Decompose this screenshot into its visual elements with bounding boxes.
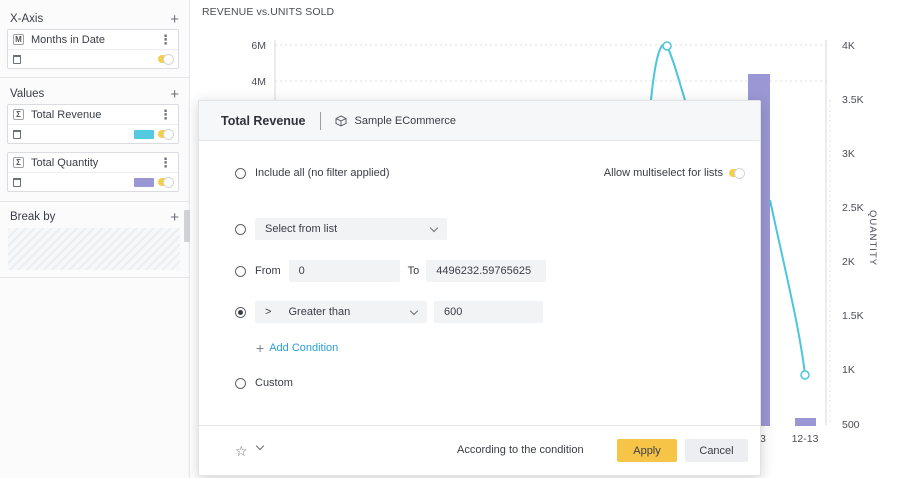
plus-icon: + [256,340,265,356]
add-condition-label: Add Condition [269,342,339,354]
left-panel: X-Axis + M Months in Date ⋮ Values + Σ T… [0,0,190,478]
sigma-badge-icon: Σ [13,109,24,120]
values-header: Values + [10,85,179,103]
field-menu-icon[interactable]: ⋮ [159,107,172,123]
right-tick-label: 1K [842,364,855,376]
section-divider [0,77,190,78]
line-point [662,41,672,51]
right-tick-label: 3.5K [842,94,864,106]
break-by-title: Break by [10,211,56,223]
right-axis-label: QUANTITY [867,210,878,267]
multiselect-setting: Allow multiselect for lists [603,167,745,179]
color-swatch[interactable] [134,129,154,139]
condition-dropdown[interactable]: > Greater than [255,301,427,323]
apply-button[interactable]: Apply [617,439,677,462]
right-tick-label: 2.5K [842,202,864,214]
footer-summary: According to the condition [457,444,584,456]
app-root: X-Axis + M Months in Date ⋮ Values + Σ T… [0,0,900,478]
value-field-quantity[interactable]: Σ Total Quantity ⋮ [7,152,179,192]
range-radio[interactable] [235,265,246,277]
add-break-by-icon[interactable]: + [170,210,179,225]
condition-value-input[interactable]: 600 [434,301,543,323]
line-point [800,370,810,380]
field-toggle[interactable] [158,54,174,65]
value-field-label: Total Revenue [31,108,102,121]
break-by-header: Break by + [10,208,179,226]
right-tick-label: 4K [842,40,855,52]
chevron-down-icon [409,306,419,315]
x-axis-field-label: Months in Date [31,33,105,46]
field-toggle[interactable] [158,129,174,140]
from-label: From [255,265,281,277]
condition-label: Greater than [288,306,351,318]
add-value-icon[interactable]: + [170,87,179,102]
dimension-badge-icon: M [13,34,24,45]
custom-radio[interactable] [235,377,246,389]
color-swatch[interactable] [134,177,154,187]
dialog-header: Total Revenue Sample ECommerce [199,101,760,141]
right-tick-label: 3K [842,148,855,160]
condition-option[interactable]: > Greater than 600 [235,301,543,323]
revenue-line-segment [650,43,686,101]
condition-symbol: > [265,306,272,318]
right-tick-label: 500 [842,419,860,431]
section-divider [0,277,190,278]
x-tick-label: 12-13 [792,433,819,445]
custom-option[interactable]: Custom [235,377,293,389]
trash-icon[interactable] [13,129,21,139]
filter-dialog: Total Revenue Sample ECommerce Include a… [198,100,761,476]
right-tick-label: 2K [842,256,855,268]
field-menu-icon[interactable]: ⋮ [159,32,172,48]
section-divider [0,201,190,202]
value-field-label: Total Quantity [31,156,99,169]
cancel-button[interactable]: Cancel [685,439,748,462]
multiselect-label: Allow multiselect for lists [603,167,723,179]
data-source-label: Sample ECommerce [354,114,456,127]
values-title: Values [10,88,45,100]
value-field-revenue[interactable]: Σ Total Revenue ⋮ [7,104,179,144]
field-menu-icon[interactable]: ⋮ [159,155,172,171]
bar-quantity [795,418,816,426]
sigma-badge-icon: Σ [13,157,24,168]
revenue-line-segment [769,199,806,376]
multiselect-toggle[interactable] [729,168,745,179]
chevron-down-icon[interactable] [255,441,265,451]
from-input[interactable]: 0 [288,260,400,282]
add-x-axis-icon[interactable]: + [170,12,179,27]
right-tick-label: 1.5K [842,310,864,322]
left-tick-label: 6M [251,40,266,52]
include-all-label: Include all (no filter applied) [255,167,390,179]
include-all-radio[interactable] [235,167,246,179]
x-axis-header: X-Axis + [10,10,179,28]
break-by-dropzone[interactable] [8,228,180,270]
cube-icon [335,114,347,127]
to-label: To [407,265,420,277]
x-axis-field[interactable]: M Months in Date ⋮ [7,29,179,69]
chevron-down-icon [429,223,439,232]
select-from-list-label: Select from list [265,223,338,235]
condition-radio[interactable] [235,306,246,318]
header-separator [319,111,321,130]
field-toggle[interactable] [158,177,174,188]
select-from-list-radio[interactable] [235,223,246,235]
x-axis-title: X-Axis [10,13,44,25]
custom-label: Custom [255,377,293,389]
select-from-list-dropdown[interactable]: Select from list [255,218,447,240]
range-option[interactable]: From 0 To 4496232.59765625 [235,260,547,282]
left-tick-label: 4M [251,76,266,88]
select-from-list-option[interactable]: Select from list [235,218,447,240]
trash-icon[interactable] [13,54,21,64]
dialog-title: Total Revenue [221,113,306,128]
include-all-option[interactable]: Include all (no filter applied) [235,167,390,179]
dialog-footer: ☆ According to the condition Apply Cance… [199,425,760,475]
star-icon[interactable]: ☆ [235,443,248,460]
to-input[interactable]: 4496232.59765625 [426,260,547,282]
add-condition-link[interactable]: + Add Condition [256,340,338,356]
trash-icon[interactable] [13,177,21,187]
